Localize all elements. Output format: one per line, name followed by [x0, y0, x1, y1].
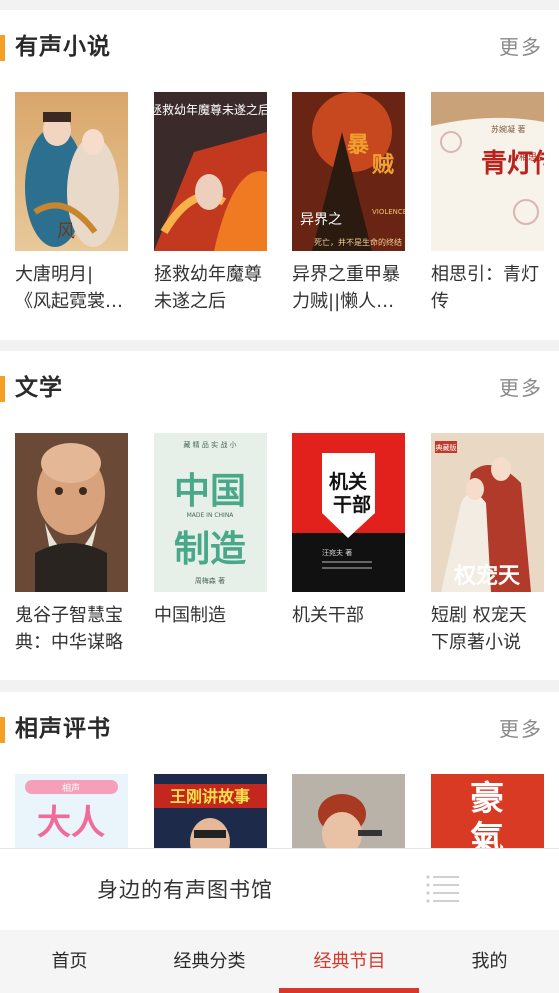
book-card[interactable]: 中国 制造 藏 精 品 实 战 小 MADE IN CHINA 周梅森 著 中国…: [154, 433, 267, 629]
book-title[interactable]: 机关干部: [292, 602, 405, 629]
section-title: 相声评书: [15, 716, 111, 742]
book-title[interactable]: 鬼谷子智慧宝典：中华谋略: [15, 602, 128, 656]
cover-text: 相思引: [519, 151, 544, 163]
tab-categories[interactable]: 经典分类: [140, 930, 279, 993]
cover-text: 异界之: [300, 212, 342, 228]
book-title[interactable]: 短剧 权宠天下原著小说: [431, 602, 544, 656]
cover-text: VIOLENCE: [372, 208, 405, 216]
book-title[interactable]: 中国制造: [154, 602, 267, 629]
book-card[interactable]: 典藏版 权宠天 短剧 权宠天下原著小说: [431, 433, 544, 656]
cover-text: 相声: [62, 782, 80, 794]
section-literature: 文学 更多 鬼谷子智慧宝典：中华谋略 中国 制造 藏 精 品 实 战 小 MAD…: [0, 351, 559, 680]
book-title[interactable]: 拯救幼年魔尊未遂之后: [154, 261, 267, 315]
cover-text: 王刚讲故事: [170, 787, 250, 806]
cover-text: 拯救幼年魔尊未遂之后: [154, 102, 267, 117]
book-cover[interactable]: 中国 制造 藏 精 品 实 战 小 MADE IN CHINA 周梅森 著: [154, 433, 267, 592]
more-link[interactable]: 更多: [499, 32, 543, 62]
book-title[interactable]: 异界之重甲暴力贼||懒人听书: [292, 261, 405, 315]
section-audio-novels: 有声小说 更多 风 大唐明月|《风起霓裳》原著: [0, 10, 559, 340]
more-link[interactable]: 更多: [499, 714, 543, 744]
cover-text: MADE IN CHINA: [187, 512, 235, 519]
cover-text: 机关: [329, 470, 367, 493]
book-card[interactable]: 青灯传 相思引 苏婉凝 著 相思引：青灯传: [431, 92, 544, 315]
section-accent-bar: [0, 376, 5, 402]
book-card[interactable]: 拯救幼年魔尊未遂之后 拯救幼年魔尊未遂之后: [154, 92, 267, 315]
book-cover[interactable]: 机关 干部 汪宛夫 著: [292, 433, 405, 592]
section-header: 相声评书 更多: [0, 692, 559, 768]
book-title[interactable]: 相思引：青灯传: [431, 261, 544, 315]
player-title[interactable]: 身边的有声图书馆: [97, 875, 273, 905]
cover-text: 典藏版: [436, 443, 457, 452]
tab-home[interactable]: 首页: [0, 930, 139, 993]
tab-programs[interactable]: 经典节目: [280, 930, 419, 993]
active-tab-indicator: [279, 988, 419, 993]
cover-text: 死亡，并不是生命的终结: [314, 237, 402, 247]
book-cover[interactable]: 典藏版 权宠天: [431, 433, 544, 592]
section-title: 有声小说: [15, 34, 111, 60]
book-card[interactable]: 风 大唐明月|《风起霓裳》原著: [15, 92, 128, 315]
book-card[interactable]: 鬼谷子智慧宝典：中华谋略: [15, 433, 128, 656]
cover-text: 权宠天: [453, 563, 521, 589]
cover-text: 干部: [333, 493, 371, 516]
book-card[interactable]: 机关 干部 汪宛夫 著 机关干部: [292, 433, 405, 629]
book-cover[interactable]: 暴 贼 异界之 VIOLENCE 死亡，并不是生命的终结: [292, 92, 405, 251]
book-cover[interactable]: 风: [15, 92, 128, 251]
section-title: 文学: [15, 375, 63, 401]
section-header: 文学 更多: [0, 351, 559, 427]
book-title[interactable]: 大唐明月|《风起霓裳》原著: [15, 261, 128, 315]
more-link[interactable]: 更多: [499, 373, 543, 403]
section-accent-bar: [0, 717, 5, 743]
section-crosstalk: 相声评书 更多 相声 大人 王刚讲故事 豪 氣: [0, 692, 559, 933]
cover-text: 苏婉凝 著: [491, 124, 526, 134]
section-header: 有声小说 更多: [0, 10, 559, 86]
book-cover[interactable]: 拯救幼年魔尊未遂之后: [154, 92, 267, 251]
bottom-tab-bar: 首页 经典分类 经典节目 我的: [0, 930, 559, 993]
book-cover[interactable]: 青灯传 相思引 苏婉凝 著: [431, 92, 544, 251]
mini-player[interactable]: 身边的有声图书馆: [0, 848, 559, 930]
cover-text: 周梅森 著: [195, 576, 225, 585]
cover-text: 汪宛夫 著: [322, 548, 352, 557]
cover-text: 藏 精 品 实 战 小: [183, 440, 236, 449]
section-accent-bar: [0, 35, 5, 61]
book-card[interactable]: 暴 贼 异界之 VIOLENCE 死亡，并不是生命的终结 异界之重甲暴力贼||懒…: [292, 92, 405, 315]
cover-text: 中国: [174, 471, 246, 512]
cover-text: 大人: [37, 803, 105, 843]
playlist-icon[interactable]: [425, 873, 459, 905]
book-cover[interactable]: [15, 433, 128, 592]
svg-text:风: 风: [57, 221, 75, 242]
tab-mine[interactable]: 我的: [420, 930, 559, 993]
cover-text: 制造: [174, 529, 246, 570]
cover-text: 暴: [346, 132, 370, 158]
cover-text: 贼: [371, 152, 394, 178]
cover-text: 豪: [470, 779, 504, 819]
